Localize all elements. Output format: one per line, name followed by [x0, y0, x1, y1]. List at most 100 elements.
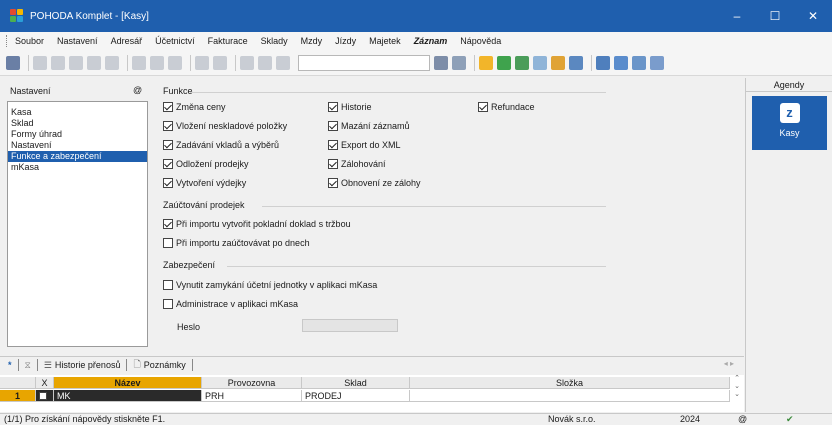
- users-icon[interactable]: [551, 55, 565, 70]
- menu-majetek[interactable]: Majetek: [369, 36, 401, 46]
- back-icon[interactable]: [195, 55, 209, 70]
- menu-fakturace[interactable]: Fakturace: [208, 36, 248, 46]
- nav-item-mkasa[interactable]: mKasa: [8, 162, 147, 173]
- cb-refundace[interactable]: Refundace: [478, 102, 535, 112]
- cb-zmena-ceny[interactable]: Změna ceny: [163, 102, 226, 112]
- checkbox[interactable]: [163, 219, 173, 229]
- cb-zalohovani[interactable]: Zálohování: [328, 159, 386, 169]
- print-icon[interactable]: [51, 55, 65, 70]
- header-nazev[interactable]: Název: [54, 377, 202, 389]
- cb-vytvoreni-vydejky[interactable]: Vytvoření výdejky: [163, 178, 246, 188]
- menu-nastaveni[interactable]: Nastavení: [57, 36, 98, 46]
- pin-icon[interactable]: @: [133, 85, 142, 95]
- menu-napoveda[interactable]: Nápověda: [460, 36, 501, 46]
- grid-scroll-buttons[interactable]: ⌃ ⌄ ⌄: [732, 375, 742, 412]
- iban-icon[interactable]: [569, 55, 583, 70]
- checkbox[interactable]: [163, 159, 173, 169]
- paste-icon[interactable]: [105, 55, 119, 70]
- help-icon[interactable]: [650, 55, 664, 70]
- header-provozovna[interactable]: Provozovna: [202, 377, 302, 389]
- edit-icon[interactable]: [150, 55, 164, 70]
- header-slozka[interactable]: Složka: [410, 377, 730, 389]
- nav-item-funkce-a-zabezpeceni[interactable]: Funkce a zabezpečení: [8, 151, 147, 162]
- minimize-button[interactable]: –: [718, 0, 756, 32]
- menu-ucetnictvi[interactable]: Účetnictví: [155, 36, 195, 46]
- folder-icon[interactable]: [479, 55, 493, 70]
- cell-nazev[interactable]: MK: [54, 390, 202, 402]
- checkbox[interactable]: [163, 102, 173, 112]
- checkbox[interactable]: [163, 299, 173, 309]
- tab-poznamky[interactable]: 🗋 Poznámky: [133, 357, 185, 373]
- spreadsheet-icon[interactable]: [497, 55, 511, 70]
- nav-item-nastaveni[interactable]: Nastavení: [8, 140, 147, 151]
- tab-scroll-arrows[interactable]: ◂ ▸: [724, 359, 734, 368]
- row-x-checkbox[interactable]: [36, 390, 54, 402]
- menu-zaznam[interactable]: Záznam: [414, 36, 448, 46]
- tab-historie-prenosu[interactable]: ☰ Historie přenosů: [44, 360, 121, 371]
- checkbox[interactable]: [163, 121, 173, 131]
- cb-import-pokladni-doklad[interactable]: Při importu vytvořit pokladní doklad s t…: [163, 219, 351, 229]
- cb-zadavani-vkladu-a-vyberu[interactable]: Zadávání vkladů a výběrů: [163, 140, 279, 150]
- cb-import-zauctovavat-po-dnech[interactable]: Při importu zaúčtovávat po dnech: [163, 238, 310, 248]
- forward-icon[interactable]: [213, 55, 227, 70]
- checkbox[interactable]: [163, 238, 173, 248]
- cb-vlozeni-neskladove-polozky[interactable]: Vložení neskladové položky: [163, 121, 287, 131]
- maximize-button[interactable]: ☐: [756, 0, 794, 32]
- close-button[interactable]: ✕: [794, 0, 832, 32]
- nav-item-kasa[interactable]: Kasa: [8, 107, 147, 118]
- agenda-list-icon[interactable]: [6, 55, 20, 70]
- menu-adresar[interactable]: Adresář: [111, 36, 143, 46]
- checkbox[interactable]: [163, 178, 173, 188]
- checkbox[interactable]: [478, 102, 488, 112]
- report-icon[interactable]: [515, 55, 529, 70]
- cell-slozka[interactable]: [410, 390, 730, 402]
- cb-administrace-mkasa[interactable]: Administrace v aplikaci mKasa: [163, 299, 298, 309]
- table-row[interactable]: 1 MK PRH PRODEJ: [0, 390, 730, 402]
- cb-export-do-xml[interactable]: Export do XML: [328, 140, 401, 150]
- cb-odlozeni-prodejky[interactable]: Odložení prodejky: [163, 159, 249, 169]
- window-icon[interactable]: [596, 55, 610, 70]
- checkbox[interactable]: [328, 178, 338, 188]
- checkbox[interactable]: [163, 280, 173, 290]
- cell-provozovna[interactable]: PRH: [202, 390, 302, 402]
- agenda-kasy-button[interactable]: z Kasy: [752, 96, 827, 150]
- password-field[interactable]: [302, 319, 398, 332]
- menu-grip[interactable]: [6, 35, 9, 47]
- nav-item-formy-uhrad[interactable]: Formy úhrad: [8, 129, 147, 140]
- copy-icon[interactable]: [87, 55, 101, 70]
- cb-obnoveni-ze-zalohy[interactable]: Obnovení ze zálohy: [328, 178, 421, 188]
- header-sklad[interactable]: Sklad: [302, 377, 410, 389]
- tab-star[interactable]: *: [8, 360, 12, 370]
- quick-search-combo[interactable]: [298, 54, 430, 71]
- filter-icon[interactable]: [452, 55, 466, 70]
- delete-icon[interactable]: [168, 55, 182, 70]
- cb-mazani-zaznamu[interactable]: Mazání záznamů: [328, 121, 410, 131]
- menu-sklady[interactable]: Sklady: [261, 36, 288, 46]
- open-icon[interactable]: [33, 55, 47, 70]
- menu-soubor[interactable]: Soubor: [15, 36, 44, 46]
- filter-tab-icon[interactable]: ⧖: [25, 360, 31, 371]
- save-copy-icon[interactable]: [258, 55, 272, 70]
- duplicate-icon[interactable]: [276, 55, 290, 70]
- calendar-icon[interactable]: [614, 55, 628, 70]
- checkbox[interactable]: [328, 121, 338, 131]
- save-icon[interactable]: [240, 55, 254, 70]
- print-preview-icon[interactable]: [69, 55, 83, 70]
- filter-dropdown-icon[interactable]: [434, 55, 448, 70]
- menu-jizdy[interactable]: Jízdy: [335, 36, 356, 46]
- cb-vynutit-zamykani[interactable]: Vynutit zamykání účetní jednotky v aplik…: [163, 280, 377, 290]
- checkbox[interactable]: [328, 140, 338, 150]
- row-number[interactable]: 1: [0, 390, 36, 402]
- menu-mzdy[interactable]: Mzdy: [301, 36, 323, 46]
- status-icon: @: [738, 414, 748, 424]
- new-record-icon[interactable]: [132, 55, 146, 70]
- document-icon[interactable]: [533, 55, 547, 70]
- message-icon[interactable]: [632, 55, 646, 70]
- checkbox[interactable]: [163, 140, 173, 150]
- checkbox[interactable]: [328, 102, 338, 112]
- cell-sklad[interactable]: PRODEJ: [302, 390, 410, 402]
- nav-item-sklad[interactable]: Sklad: [8, 118, 147, 129]
- header-x[interactable]: X: [36, 377, 54, 389]
- checkbox[interactable]: [328, 159, 338, 169]
- cb-historie[interactable]: Historie: [328, 102, 372, 112]
